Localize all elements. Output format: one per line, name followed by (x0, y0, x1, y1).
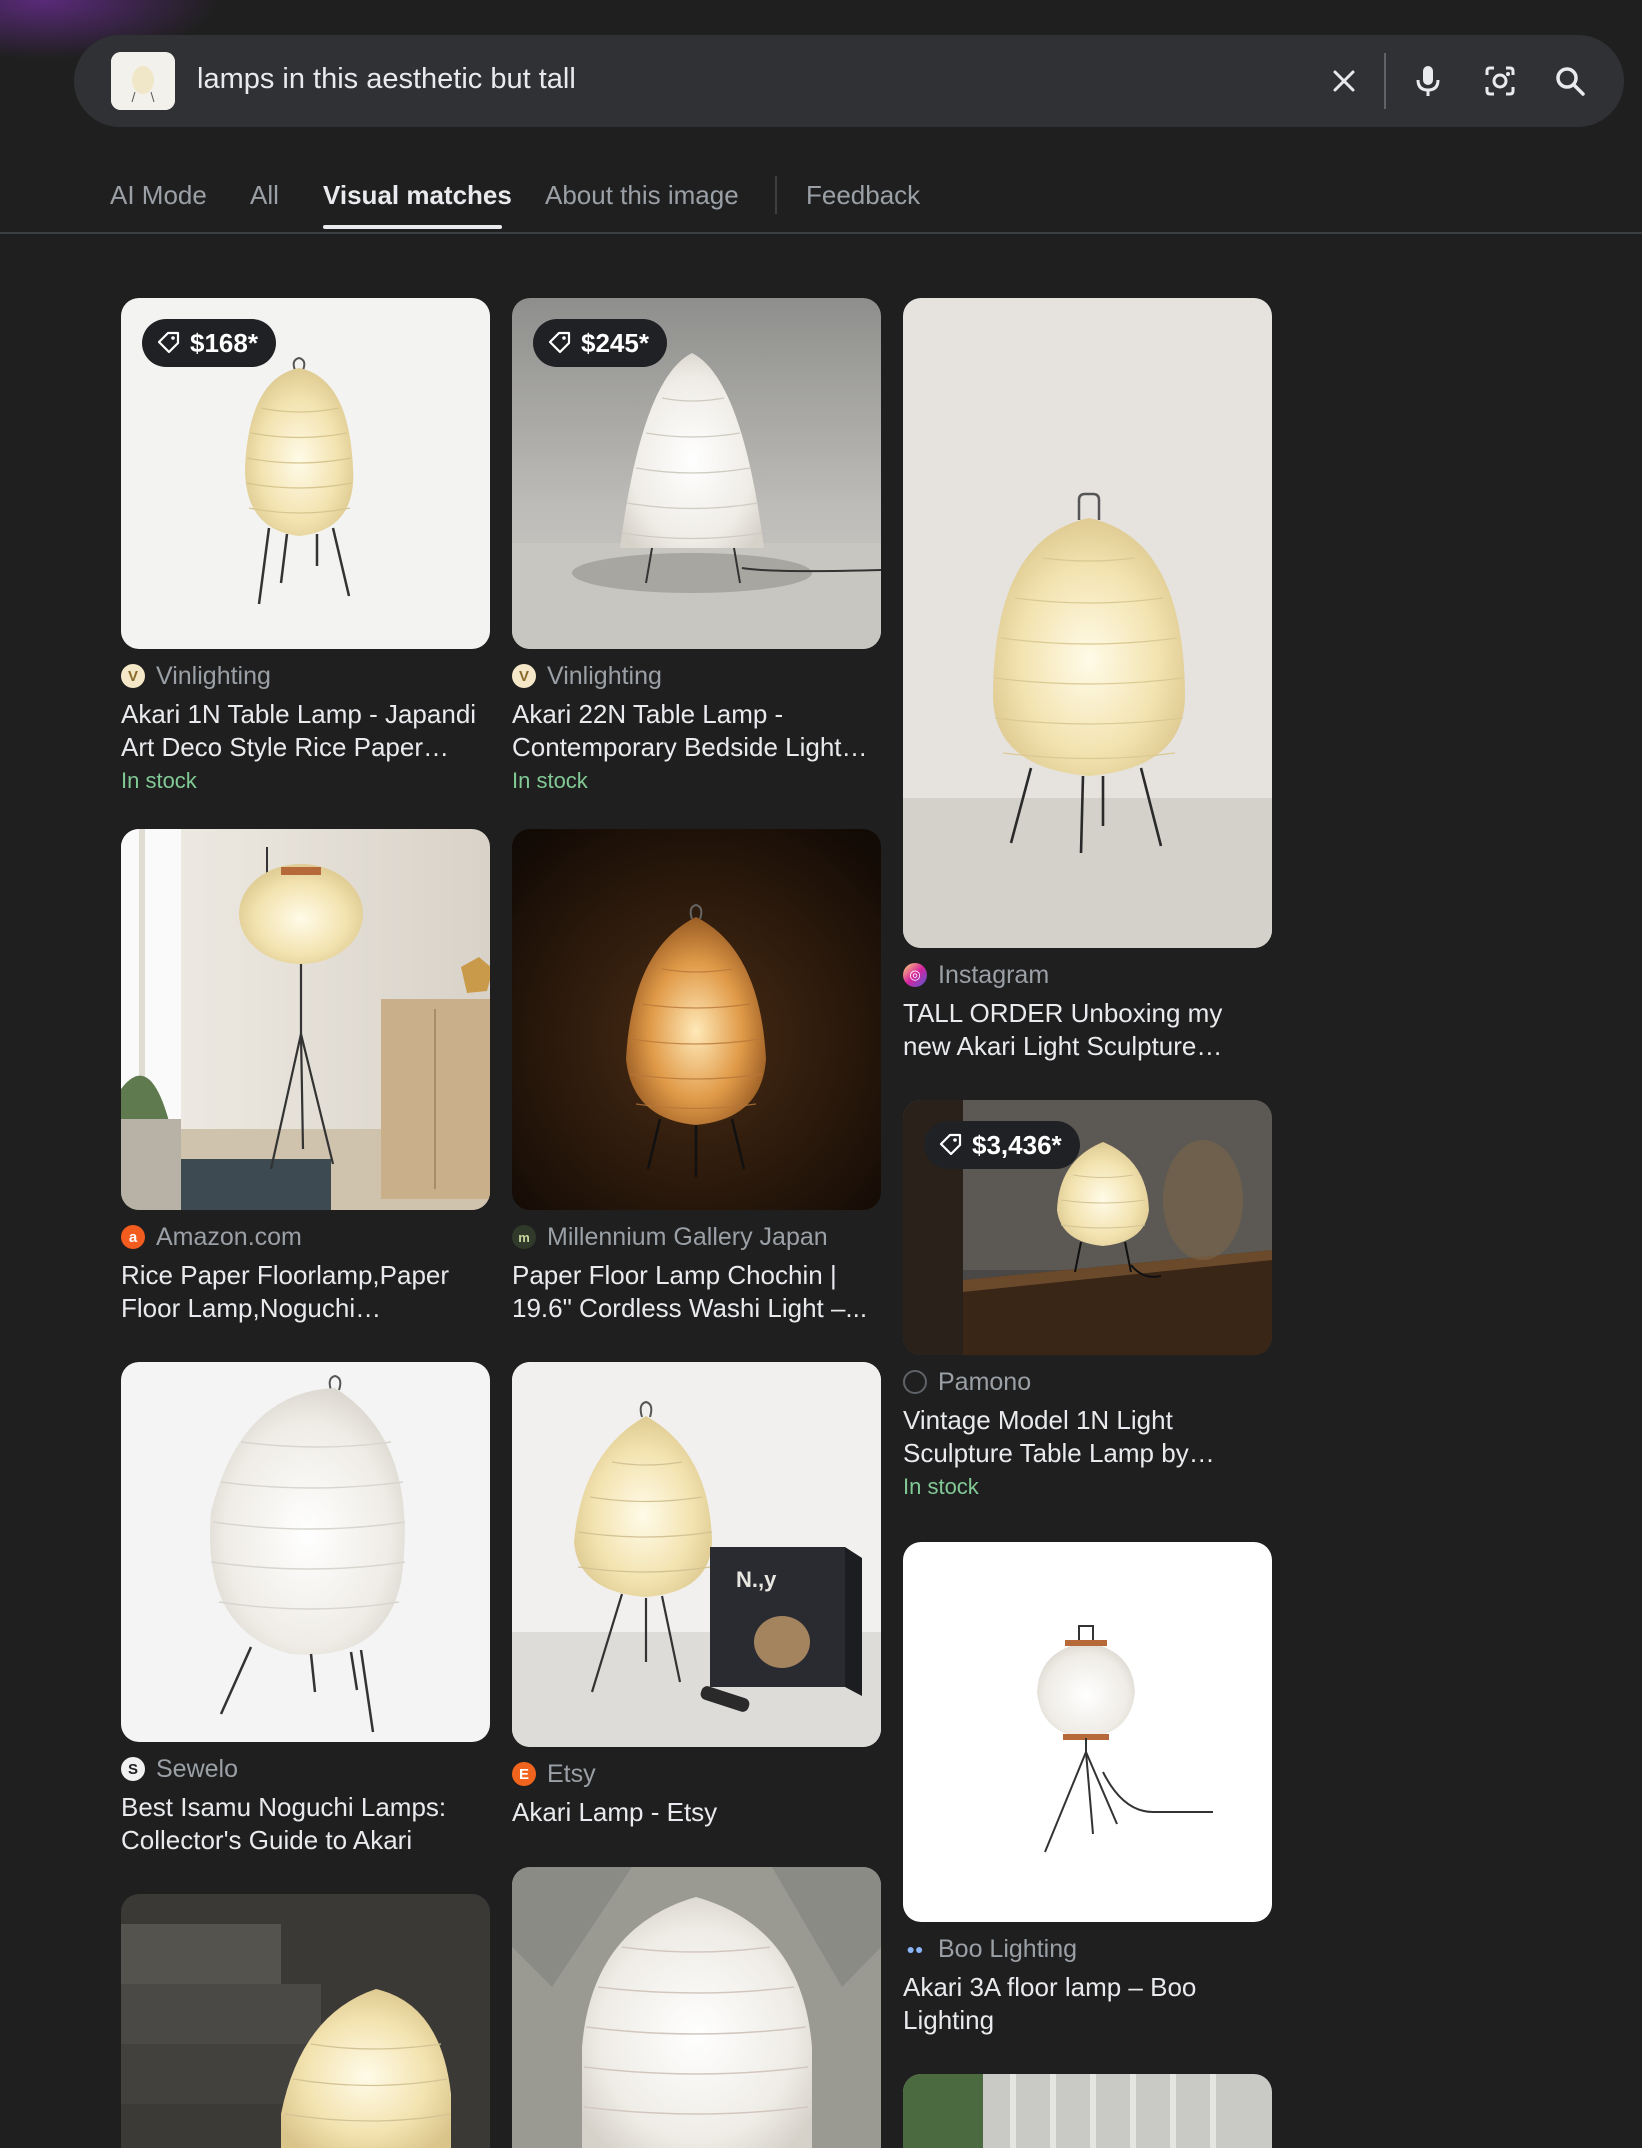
result-title[interactable]: Akari Lamp - Etsy (512, 1796, 881, 1829)
tab-feedback[interactable]: Feedback (806, 180, 920, 211)
result-image[interactable]: N.,y (512, 1362, 881, 1747)
price-text: $168* (190, 327, 258, 358)
result-image[interactable] (903, 1542, 1272, 1922)
result-image[interactable] (512, 829, 881, 1210)
clear-icon[interactable] (1326, 63, 1362, 99)
source-name: Millennium Gallery Japan (547, 1222, 828, 1251)
search-bar[interactable]: lamps in this aesthetic but tall (74, 35, 1624, 127)
price-text: $3,436* (972, 1129, 1062, 1160)
result-card[interactable] (121, 1894, 490, 2148)
result-image[interactable] (121, 1894, 490, 2148)
result-image[interactable]: $3,436* (903, 1100, 1272, 1355)
source-name: Instagram (938, 960, 1050, 989)
source-name: Boo Lighting (938, 1934, 1078, 1963)
source-name: Etsy (547, 1759, 596, 1788)
amazon-icon: a (121, 1225, 145, 1249)
search-input[interactable]: lamps in this aesthetic but tall (197, 63, 576, 96)
tag-icon (548, 331, 571, 354)
tab-about-this-image[interactable]: About this image (545, 180, 739, 211)
tab-visual-matches[interactable]: Visual matches (323, 180, 512, 211)
result-image[interactable] (903, 2074, 1272, 2148)
tab-ai-mode[interactable]: AI Mode (110, 180, 207, 211)
source-name: Sewelo (156, 1754, 238, 1783)
result-card[interactable]: ●● Boo Lighting Akari 3A floor lamp – Bo… (903, 1542, 1272, 2037)
price-text: $245* (581, 327, 649, 358)
search-icon[interactable] (1552, 63, 1588, 99)
instagram-icon: ◎ (903, 963, 927, 987)
source-name: Pamono (938, 1367, 1032, 1396)
result-title[interactable]: Rice Paper Floorlamp,Paper Floor Lamp,No… (121, 1259, 490, 1325)
result-card[interactable]: S Sewelo Best Isamu Noguchi Lamps: Colle… (121, 1362, 490, 1857)
result-source[interactable]: ●● Boo Lighting (903, 1934, 1272, 1964)
pamono-icon (903, 1370, 927, 1394)
result-source[interactable]: Pamono (903, 1367, 1272, 1397)
result-source[interactable]: E Etsy (512, 1759, 881, 1789)
active-tab-indicator (323, 225, 502, 229)
query-image-thumbnail[interactable] (111, 52, 175, 110)
result-card[interactable]: m Millennium Gallery Japan Paper Floor L… (512, 829, 881, 1325)
svg-text:N.,y: N.,y (736, 1567, 777, 1592)
result-card[interactable]: $3,436* Pamono Vintage Model 1N Light Sc… (903, 1100, 1272, 1500)
result-image[interactable] (121, 829, 490, 1210)
price-badge: $168* (142, 319, 276, 367)
etsy-icon: E (512, 1762, 536, 1786)
price-badge: $3,436* (924, 1121, 1080, 1169)
result-card[interactable] (512, 1867, 881, 2148)
result-image[interactable] (903, 298, 1272, 948)
result-card[interactable]: $168* V Vinlighting Akari 1N Table Lamp … (121, 298, 490, 794)
result-title[interactable]: Akari 3A floor lamp – Boo Lighting (903, 1971, 1272, 2037)
vinlighting-icon: V (512, 664, 536, 688)
result-source[interactable]: V Vinlighting (121, 661, 490, 691)
result-title[interactable]: Akari 1N Table Lamp - Japandi Art Deco S… (121, 698, 490, 764)
result-title[interactable]: Paper Floor Lamp Chochin | 19.6" Cordles… (512, 1259, 881, 1325)
result-title[interactable]: Vintage Model 1N Light Sculpture Table L… (903, 1404, 1272, 1470)
result-source[interactable]: m Millennium Gallery Japan (512, 1222, 881, 1252)
result-image[interactable] (121, 1362, 490, 1742)
result-card[interactable]: a Amazon.com Rice Paper Floorlamp,Paper … (121, 829, 490, 1325)
result-card[interactable]: N.,y E Etsy Akari Lamp - Etsy (512, 1362, 881, 1829)
search-tabs: AI Mode All Visual matches About this im… (0, 170, 1642, 234)
tabs-divider (0, 232, 1642, 234)
result-title[interactable]: Akari 22N Table Lamp - Contemporary Beds… (512, 698, 881, 764)
result-source[interactable]: ◎ Instagram (903, 960, 1272, 990)
result-title[interactable]: TALL ORDER Unboxing my new Akari Light S… (903, 997, 1272, 1063)
search-divider (1384, 53, 1386, 109)
microphone-icon[interactable] (1410, 63, 1446, 99)
result-card[interactable] (903, 2074, 1272, 2148)
result-source[interactable]: S Sewelo (121, 1754, 490, 1784)
tab-separator (775, 176, 777, 214)
source-name: Amazon.com (156, 1222, 302, 1251)
source-name: Vinlighting (547, 661, 662, 690)
result-image[interactable]: $168* (121, 298, 490, 649)
stock-status: In stock (121, 768, 197, 793)
boo-lighting-icon: ●● (906, 1941, 924, 1957)
sewelo-icon: S (121, 1757, 145, 1781)
stock-status: In stock (512, 768, 588, 793)
result-card[interactable]: $245* V Vinlighting Akari 22N Table Lamp… (512, 298, 881, 794)
result-image[interactable] (512, 1867, 881, 2148)
stock-status: In stock (903, 1474, 979, 1499)
source-name: Vinlighting (156, 661, 271, 690)
tag-icon (939, 1133, 962, 1156)
lens-icon[interactable] (1482, 63, 1518, 99)
price-badge: $245* (533, 319, 667, 367)
result-source[interactable]: V Vinlighting (512, 661, 881, 691)
vinlighting-icon: V (121, 664, 145, 688)
tab-all[interactable]: All (250, 180, 279, 211)
result-title[interactable]: Best Isamu Noguchi Lamps: Collector's Gu… (121, 1791, 490, 1857)
result-source[interactable]: a Amazon.com (121, 1222, 490, 1252)
tag-icon (157, 331, 180, 354)
result-image[interactable]: $245* (512, 298, 881, 649)
result-card[interactable]: ◎ Instagram TALL ORDER Unboxing my new A… (903, 298, 1272, 1063)
millennium-gallery-icon: m (512, 1225, 536, 1249)
